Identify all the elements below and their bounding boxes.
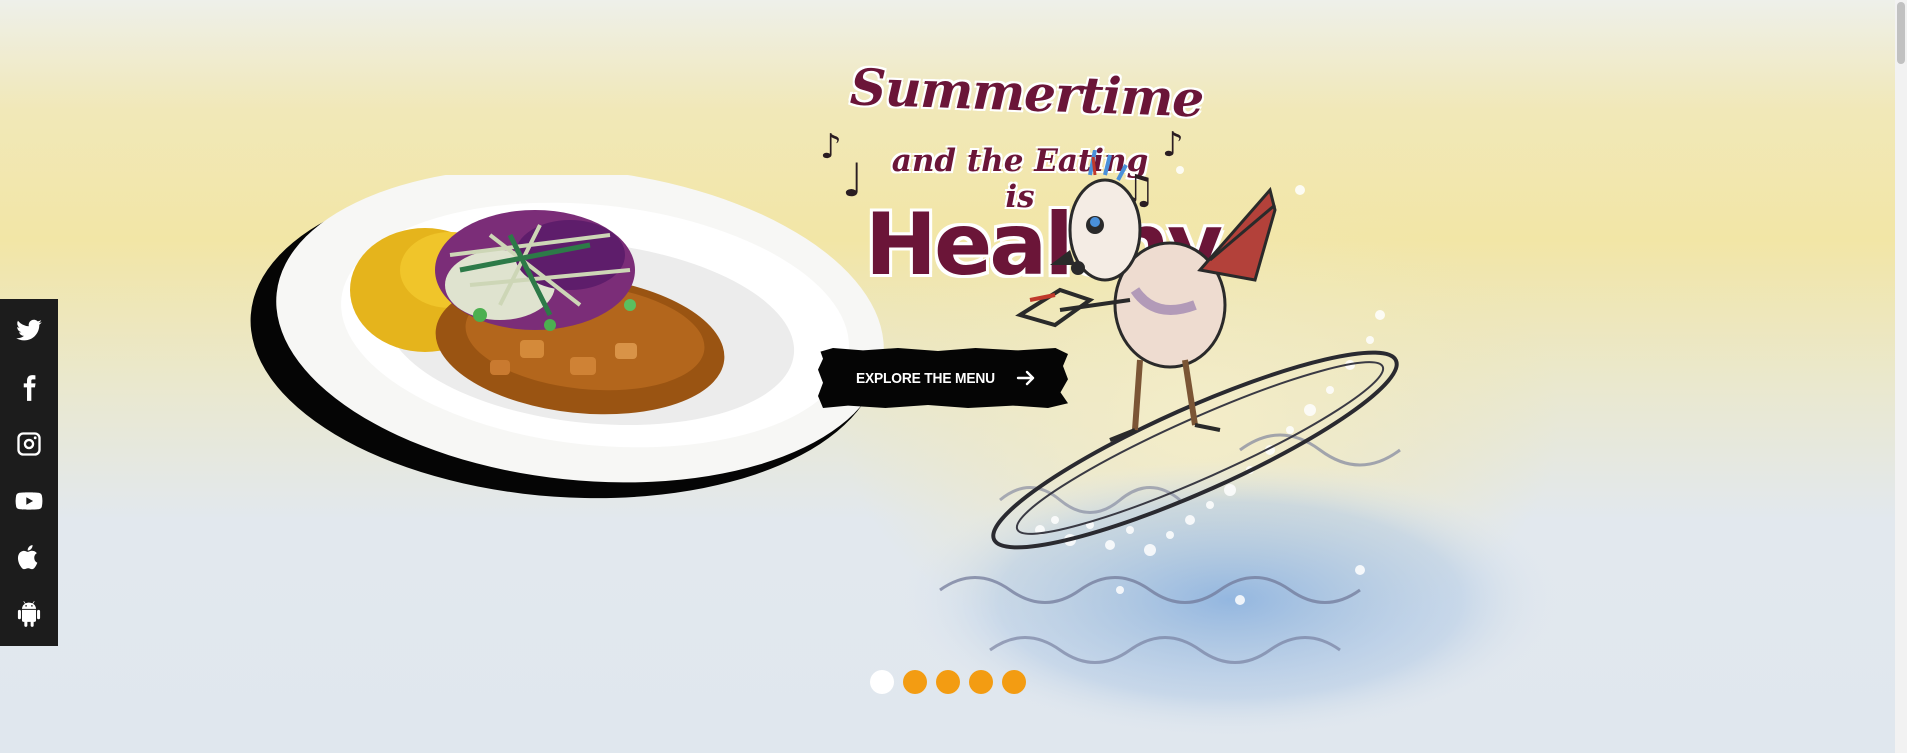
youtube-link[interactable]: [12, 484, 46, 518]
music-note-icon: ♪: [820, 127, 842, 167]
facebook-link[interactable]: [12, 371, 46, 405]
apple-link[interactable]: [12, 540, 46, 574]
android-icon: [17, 600, 41, 627]
carousel-dot-2[interactable]: [903, 670, 927, 694]
twitter-icon: [16, 319, 42, 341]
instagram-link[interactable]: [12, 427, 46, 461]
carousel-dots: [870, 670, 1026, 694]
instagram-icon: [17, 432, 41, 456]
carousel-dot-3[interactable]: [936, 670, 960, 694]
music-note-icon: ♩: [842, 153, 864, 207]
page-scrollbar[interactable]: [1895, 0, 1907, 753]
apple-icon: [17, 545, 38, 570]
twitter-link[interactable]: [12, 314, 46, 348]
carousel-dot-4[interactable]: [969, 670, 993, 694]
youtube-icon: [15, 492, 43, 510]
hero-banner: Summertime and the Eating is Healthy ♪ ♩…: [0, 0, 1907, 753]
food-plate-image: [250, 175, 884, 499]
facebook-icon: [23, 374, 36, 401]
social-sidebar: [0, 299, 58, 646]
carousel-dot-1[interactable]: [870, 670, 894, 694]
scrollbar-thumb[interactable]: [1897, 2, 1905, 64]
surfing-bird-illustration: [939, 150, 1401, 664]
carousel-dot-5[interactable]: [1002, 670, 1026, 694]
headline-summertime: Summertime: [849, 57, 1205, 129]
android-link[interactable]: [12, 597, 46, 631]
